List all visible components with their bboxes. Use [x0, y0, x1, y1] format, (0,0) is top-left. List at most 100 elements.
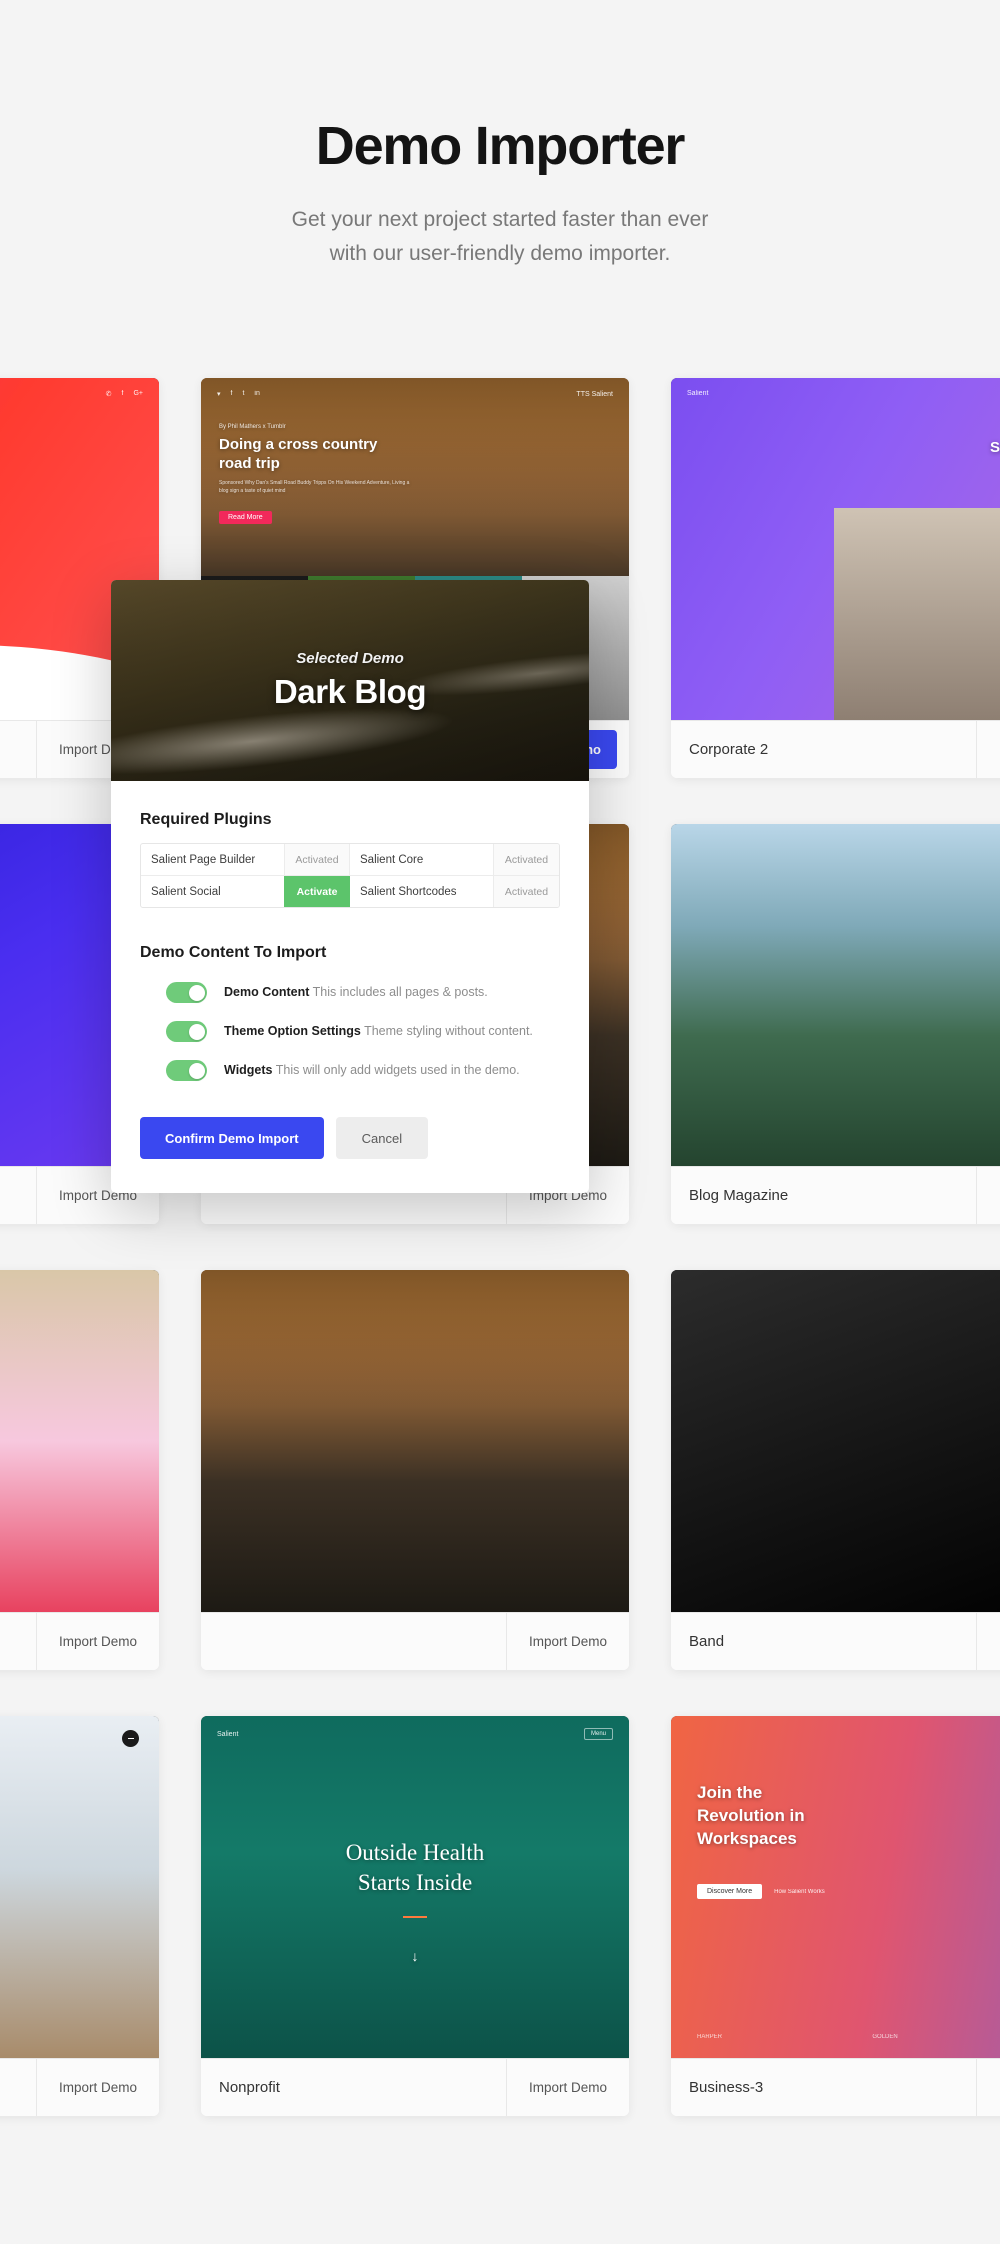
demo-card-title: Blog Magazine [689, 1187, 789, 1204]
plugin-status-badge: Activated [493, 844, 559, 875]
thumbnail-mini-nav: Salient HomeAbout UsBlog [671, 390, 1000, 397]
demo-row: Import Demo Import Demo Band Import D [0, 1270, 1000, 1670]
import-demo-button[interactable]: Import Demo [975, 1167, 1000, 1224]
thumbnail-heading: Join the Revolution in Workspaces [697, 1782, 805, 1851]
import-demo-button[interactable]: Import Demo [505, 1613, 629, 1670]
plugin-name: Salient Shortcodes [360, 885, 457, 898]
thumbnail-cta-primary[interactable]: Discover More [697, 1884, 763, 1899]
import-demo-button[interactable]: Import Demo [35, 2059, 159, 2116]
demo-card-footer: Band Import Demo [671, 1612, 1000, 1670]
demo-thumbnail [0, 1716, 159, 2058]
mini-nav-social: ✆ f G+ [105, 390, 143, 398]
thumbnail-art [671, 824, 1000, 1166]
modal-hero: Selected Demo Dark Blog [111, 580, 589, 781]
thumbnail-brand: Salient [687, 390, 709, 397]
brand-logo-golden: GOLDEN [872, 2034, 898, 2040]
toggle-widgets[interactable] [166, 1060, 207, 1081]
demo-import-modal: Selected Demo Dark Blog Required Plugins… [111, 580, 589, 1193]
thumbnail-heading-line-1: Join the [697, 1783, 763, 1802]
import-demo-button[interactable]: Import Demo [975, 721, 1000, 778]
required-plugins-table: Salient Page Builder Activated Salient C… [140, 843, 560, 908]
required-plugins-heading: Required Plugins [140, 811, 272, 828]
thumbnail-cta: Read More [219, 506, 272, 524]
demo-card[interactable]: Import Demo [0, 1716, 159, 2116]
cancel-button[interactable]: Cancel [335, 1117, 429, 1159]
thumbnail-cta-group: Discover More How Salient Works [697, 1884, 825, 1899]
import-demo-button[interactable]: Import Demo [35, 1613, 159, 1670]
demo-card-corporate-2[interactable]: Salient HomeAbout UsBlog Small Detail Th… [671, 378, 1000, 778]
thumbnail-photo [833, 507, 1000, 720]
thumbnail-art [671, 1270, 1000, 1612]
page-subtitle: Get your next project started faster tha… [0, 203, 1000, 271]
demo-card-blog-magazine[interactable]: Blog Magazine Import Demo [671, 824, 1000, 1224]
demo-card[interactable]: Import Demo [201, 1270, 629, 1670]
toggle-demo-content[interactable] [166, 982, 207, 1003]
demo-thumbnail: Salient HomeAbout UsBlog Small Detail Th… [671, 378, 1000, 720]
demo-card-title: Corporate 2 [689, 741, 769, 758]
thumbnail-mini-nav: ▾ f t in TTS Salient [201, 390, 629, 398]
demo-importer-page: Demo Importer Get your next project star… [0, 0, 1000, 2244]
thumbnail-logo: TTS Salient [576, 390, 613, 398]
demo-thumbnail [201, 1270, 629, 1612]
toggle-label-group: Demo Content This includes all pages & p… [224, 984, 488, 1000]
plugin-name: Salient Social [151, 885, 221, 898]
demo-content-toggle-row: Demo Content This includes all pages & p… [140, 982, 560, 1003]
demo-thumbnail [671, 824, 1000, 1166]
plugin-row: Salient Page Builder Activated Salient C… [141, 844, 559, 876]
thumbnail-heading-line-2: Starts Inside [357, 1869, 473, 1895]
theme-options-toggle-row: Theme Option Settings Theme styling with… [140, 1021, 560, 1042]
modal-actions: Confirm Demo Import Cancel [140, 1117, 560, 1159]
minus-badge-icon [122, 1730, 139, 1747]
thumbnail-art [0, 1270, 159, 1612]
demo-card-business-3[interactable]: Join the Revolution in Workspaces Discov… [671, 1716, 1000, 2116]
thumbnail-heading-line-1: Doing a cross country [219, 436, 378, 453]
toggle-knob [188, 1062, 205, 1079]
scroll-down-icon: ↓ [411, 1948, 419, 1964]
thumbnail-heading: Doing a cross country road trip [219, 436, 377, 474]
toggle-label: Demo Content [224, 985, 310, 1000]
widgets-toggle-row: Widgets This will only add widgets used … [140, 1060, 560, 1081]
thumbnail-subtext: Sponsored Why Dan's Small Road Buddy Tri… [219, 480, 410, 494]
toggle-description: Theme styling without content. [364, 1024, 533, 1039]
demo-thumbnail [671, 1270, 1000, 1612]
demo-card[interactable]: Import Demo [0, 1270, 159, 1670]
confirm-demo-import-button[interactable]: Confirm Demo Import [140, 1117, 324, 1159]
demo-row: Import Demo Salient Menu Outside Health … [0, 1716, 1000, 2116]
thumbnail-cta-secondary[interactable]: How Salient Works [774, 1889, 825, 1895]
demo-card-nonprofit[interactable]: Salient Menu Outside Health Starts Insid… [201, 1716, 629, 2116]
thumbnail-brand: Salient [217, 1730, 239, 1738]
thumbnail-heading-line-2: Revolution in [697, 1805, 805, 1825]
demo-card-footer: Corporate 2 Import Demo [671, 720, 1000, 778]
page-subtitle-line-2: with our user-friendly demo importer. [329, 241, 671, 265]
toggle-knob [188, 984, 205, 1001]
modal-hero-kicker: Selected Demo [296, 650, 404, 667]
demo-card-title: Nonprofit [219, 2079, 280, 2096]
toggle-knob [188, 1023, 205, 1040]
toggle-theme-option-settings[interactable] [166, 1021, 207, 1042]
import-demo-button[interactable]: Import Demo [505, 2059, 629, 2116]
mini-nav-social: ▾ f t in [217, 390, 260, 398]
page-subtitle-line-1: Get your next project started faster tha… [291, 207, 709, 231]
plugin-name: Salient Core [360, 853, 424, 866]
demo-thumbnail: Salient Menu Outside Health Starts Insid… [201, 1716, 629, 2058]
modal-body: Required Plugins Salient Page Builder Ac… [111, 781, 589, 1193]
thumbnail-cta-label: Read More [219, 511, 272, 524]
plugin-row: Salient Social Activate Salient Shortcod… [141, 876, 559, 907]
thumbnail-mini-nav: Salient Menu [201, 1728, 629, 1740]
thumbnail-menu-button[interactable]: Menu [583, 1728, 613, 1740]
demo-card-footer: Blog Magazine Import Demo [671, 1166, 1000, 1224]
demo-card-band[interactable]: Band Import Demo [671, 1270, 1000, 1670]
demo-card-title: Business-3 [689, 2079, 764, 2096]
thumbnail-brand-row: HARPER GOLDEN Officeline [697, 2034, 1000, 2040]
import-demo-button[interactable]: Import Demo [975, 2059, 1000, 2116]
toggle-label-group: Widgets This will only add widgets used … [224, 1062, 520, 1078]
thumbnail-art [201, 1270, 629, 1612]
demo-card-footer: Import Demo [0, 2058, 159, 2116]
modal-hero-title: Dark Blog [273, 673, 427, 710]
thumbnail-heading-line-1: Outside Health [345, 1840, 485, 1865]
demo-card-footer: Business-3 Import Demo [671, 2058, 1000, 2116]
import-demo-button[interactable]: Import Demo [975, 1613, 1000, 1670]
activate-plugin-button[interactable]: Activate [284, 876, 350, 907]
thumbnail-heading-line-1: Small Detail [989, 439, 1000, 456]
toggle-description: This will only add widgets used in the d… [275, 1063, 520, 1078]
